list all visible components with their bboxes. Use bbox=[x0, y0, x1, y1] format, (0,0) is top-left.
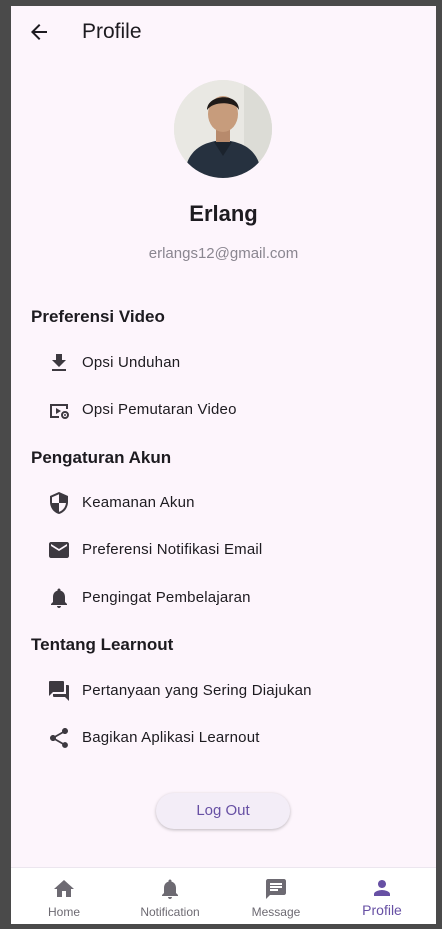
shield-icon bbox=[47, 491, 71, 515]
menu-item-learning-reminder[interactable]: Pengingat Pembelajaran bbox=[31, 578, 421, 618]
video-settings-icon bbox=[47, 398, 71, 422]
menu-item-label: Opsi Pemutaran Video bbox=[82, 401, 237, 418]
profile-name: Erlang bbox=[189, 201, 258, 226]
nav-item-message[interactable]: Message bbox=[223, 868, 329, 924]
nav-item-label: Message bbox=[251, 905, 301, 919]
forum-icon bbox=[47, 679, 71, 703]
nav-item-label: Notification bbox=[140, 905, 200, 919]
menu-item-download-options[interactable]: Opsi Unduhan bbox=[31, 343, 421, 383]
menu-item-faq[interactable]: Pertanyaan yang Sering Diajukan bbox=[31, 671, 421, 711]
message-icon bbox=[264, 877, 288, 901]
menu-item-video-playback-options[interactable]: Opsi Pemutaran Video bbox=[31, 390, 421, 430]
bell-icon bbox=[158, 877, 182, 901]
person-icon bbox=[370, 876, 394, 900]
menu-item-label: Pertanyaan yang Sering Diajukan bbox=[82, 682, 312, 699]
nav-item-label: Home bbox=[47, 905, 80, 919]
nav-item-label: Profile bbox=[362, 902, 402, 918]
bottom-navigation: Home Notification Message Profile bbox=[11, 867, 436, 924]
menu-item-label: Preferensi Notifikasi Email bbox=[82, 541, 263, 558]
menu-item-label: Opsi Unduhan bbox=[82, 354, 181, 371]
nav-item-notification[interactable]: Notification bbox=[117, 868, 223, 924]
section-title-video-preferences: Preferensi Video bbox=[31, 307, 165, 326]
app-screen: Profile Erlang erlangs12@gmail.com Prefe… bbox=[11, 6, 436, 924]
menu-item-label: Bagikan Aplikasi Learnout bbox=[82, 729, 260, 746]
home-icon bbox=[52, 877, 76, 901]
download-icon bbox=[47, 351, 71, 375]
profile-email: erlangs12@gmail.com bbox=[148, 245, 299, 262]
menu-item-label: Keamanan Akun bbox=[82, 494, 195, 511]
section-title-account-settings: Pengaturan Akun bbox=[31, 448, 172, 467]
share-icon bbox=[47, 726, 71, 750]
avatar bbox=[174, 80, 272, 178]
menu-item-account-security[interactable]: Keamanan Akun bbox=[31, 483, 421, 523]
menu-item-email-notification-preferences[interactable]: Preferensi Notifikasi Email bbox=[31, 530, 421, 570]
mail-icon bbox=[47, 538, 71, 562]
section-title-about-learnout: Tentang Learnout bbox=[31, 635, 174, 654]
top-app-bar: Profile bbox=[11, 6, 436, 62]
menu-item-share-app[interactable]: Bagikan Aplikasi Learnout bbox=[31, 718, 421, 758]
bell-icon bbox=[47, 586, 71, 610]
nav-item-home[interactable]: Home bbox=[11, 868, 117, 924]
logout-button[interactable]: Log Out bbox=[156, 793, 290, 829]
page-title: Profile bbox=[82, 20, 142, 43]
nav-item-profile[interactable]: Profile bbox=[329, 868, 435, 924]
menu-item-label: Pengingat Pembelajaran bbox=[82, 589, 251, 606]
back-arrow-icon[interactable] bbox=[27, 20, 51, 44]
